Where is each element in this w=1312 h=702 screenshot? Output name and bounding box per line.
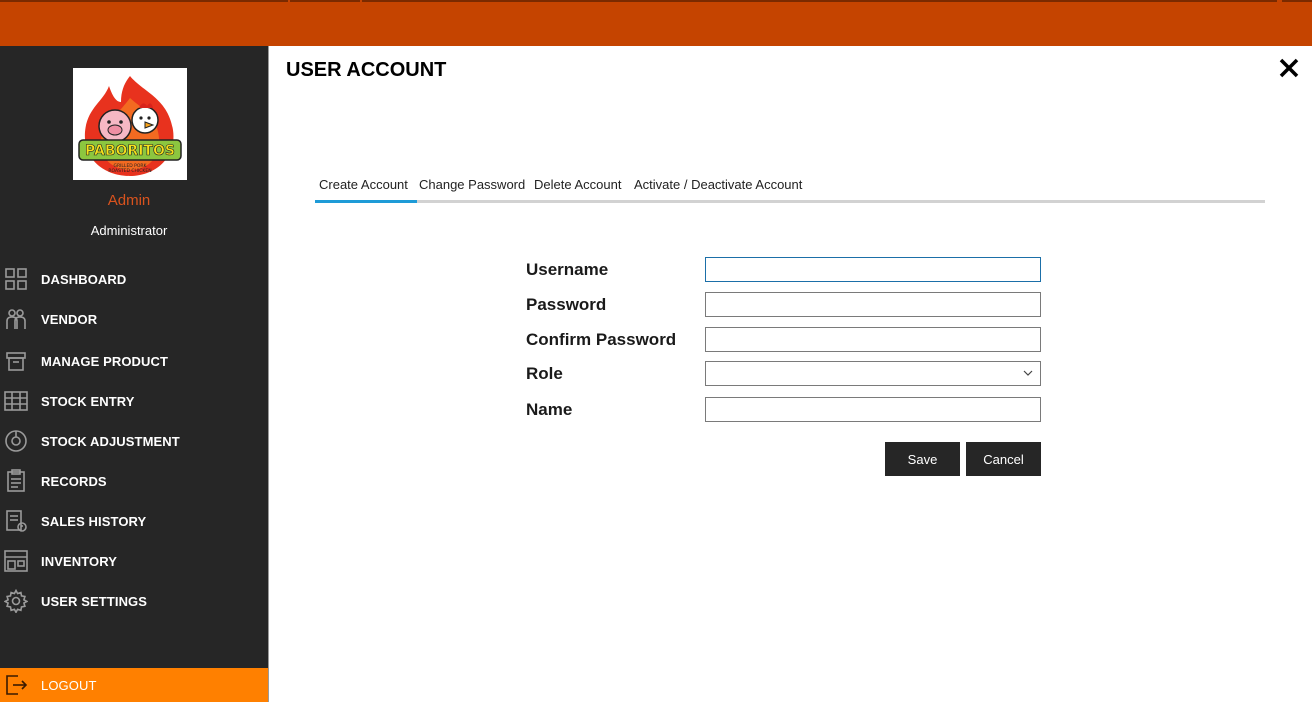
cancel-button[interactable]: Cancel: [966, 442, 1041, 476]
nav-item-inventory[interactable]: INVENTORY: [0, 543, 268, 579]
nav-item-dashboard[interactable]: DASHBOARD: [0, 261, 268, 297]
nav-label: INVENTORY: [41, 553, 118, 569]
svg-text:PABORITOS: PABORITOS: [85, 143, 175, 159]
active-tab-indicator: [315, 200, 417, 203]
username-label: Username: [526, 260, 609, 279]
nav-item-stock-entry[interactable]: STOCK ENTRY: [0, 383, 268, 419]
nav-item-stock-adjustment[interactable]: STOCK ADJUSTMENT: [0, 423, 268, 459]
nav-item-vendor[interactable]: VENDOR: [0, 301, 268, 337]
save-button[interactable]: Save: [885, 442, 960, 476]
records-icon: [7, 469, 25, 492]
svg-text:ROASTED CHICKEN: ROASTED CHICKEN: [108, 168, 151, 174]
user-role: Administrator: [90, 223, 168, 238]
stock-entry-icon: [4, 391, 28, 411]
logout-icon: [6, 675, 28, 695]
nav-label: SALES HISTORY: [41, 513, 147, 529]
nav-label: STOCK ADJUSTMENT: [41, 433, 180, 449]
nav-label: VENDOR: [41, 311, 98, 327]
box-icon: [6, 352, 26, 371]
gear-icon: [4, 589, 28, 613]
logout-button[interactable]: LOGOUT: [0, 668, 268, 702]
nav-label: MANAGE PRODUCT: [41, 353, 169, 369]
confirm-password-label: Confirm Password: [526, 330, 677, 349]
brand-logo: PABORITOS GRILLED PORK ROASTED CHICKEN: [73, 68, 187, 180]
content-divider: [268, 46, 269, 702]
close-button[interactable]: [1276, 55, 1302, 81]
close-icon: [1279, 58, 1299, 78]
nav-label: RECORDS: [41, 473, 107, 489]
role-select[interactable]: [705, 361, 1041, 386]
name-label: Name: [526, 400, 573, 419]
tab-activate-deactivate-account[interactable]: Activate / Deactivate Account: [634, 177, 802, 192]
inventory-icon: [4, 550, 28, 572]
role-label: Role: [526, 364, 563, 383]
tabs-baseline: [315, 200, 1265, 203]
page-title: USER ACCOUNT: [286, 59, 447, 81]
nav-item-manage-product[interactable]: MANAGE PRODUCT: [0, 343, 268, 379]
title-bar-edge: [290, 0, 360, 2]
confirm-password-input[interactable]: [705, 327, 1041, 352]
stock-adjustment-icon: [5, 430, 27, 452]
nav-label: USER SETTINGS: [41, 593, 148, 609]
password-label: Password: [526, 295, 607, 314]
nav-item-user-settings[interactable]: USER SETTINGS: [0, 583, 268, 619]
nav-item-records[interactable]: RECORDS: [0, 463, 268, 499]
title-bar-edge: [362, 0, 1277, 2]
dashboard-icon: [5, 268, 27, 290]
account-tabs: Create Account Change Password Delete Ac…: [315, 172, 1265, 204]
title-bar: [0, 0, 1312, 46]
username-input[interactable]: [705, 257, 1041, 282]
tab-change-password[interactable]: Change Password: [419, 177, 525, 192]
sales-history-icon: [6, 510, 27, 532]
nav-item-sales-history[interactable]: SALES HISTORY: [0, 503, 268, 539]
tab-create-account[interactable]: Create Account: [319, 177, 408, 192]
title-bar-edge: [0, 0, 288, 2]
chevron-down-icon: [1023, 370, 1033, 376]
name-input[interactable]: [705, 397, 1041, 422]
vendor-icon: [6, 309, 26, 329]
nav-label: STOCK ENTRY: [41, 393, 135, 409]
password-input[interactable]: [705, 292, 1041, 317]
nav-label: DASHBOARD: [41, 271, 127, 287]
tab-delete-account[interactable]: Delete Account: [534, 177, 621, 192]
user-name: Admin: [107, 192, 151, 209]
logout-label: LOGOUT: [41, 677, 97, 693]
title-bar-edge: [1282, 0, 1312, 2]
